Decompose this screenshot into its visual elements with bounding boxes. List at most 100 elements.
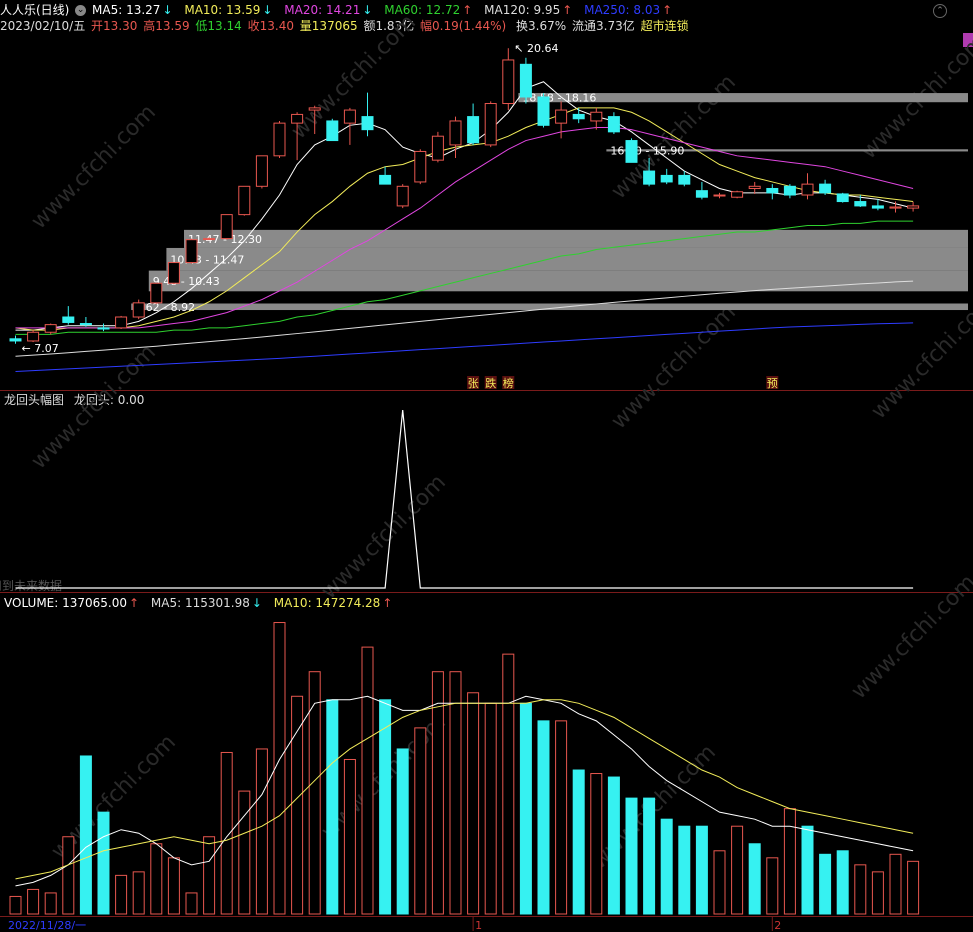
candle-body bbox=[414, 150, 427, 183]
candle-body bbox=[555, 109, 568, 124]
price-annotation-1: ← 7.07 bbox=[22, 342, 59, 355]
volume-bar bbox=[203, 836, 216, 915]
price-annotation-0: ↖ 20.64 bbox=[514, 42, 558, 55]
candle-body bbox=[431, 135, 444, 161]
event-marker: 预 bbox=[766, 376, 779, 390]
volume-bar bbox=[889, 853, 902, 915]
candle bbox=[783, 184, 796, 199]
volume-bar bbox=[643, 797, 656, 915]
volume-bar bbox=[132, 871, 145, 915]
watermark-text: www.cfchi.com bbox=[607, 70, 741, 204]
candle bbox=[44, 323, 57, 335]
volume-bar bbox=[150, 843, 163, 915]
volume-bar bbox=[555, 720, 568, 915]
volume-bar bbox=[695, 825, 708, 915]
candle bbox=[361, 92, 374, 137]
candle-body bbox=[519, 63, 532, 98]
candle bbox=[414, 149, 427, 185]
ma10-line bbox=[15, 107, 914, 331]
date-axis bbox=[0, 916, 973, 932]
candle bbox=[590, 107, 603, 130]
event-marker: 跌 bbox=[484, 376, 497, 390]
ma20-line bbox=[15, 126, 914, 329]
candle-body bbox=[678, 174, 691, 185]
volume-bar bbox=[783, 808, 796, 915]
volume-ma10-line bbox=[15, 699, 914, 880]
candle bbox=[449, 116, 462, 158]
ma120-line bbox=[15, 280, 914, 357]
volume-bar bbox=[625, 797, 638, 915]
indicator-line bbox=[15, 409, 914, 589]
candle bbox=[748, 181, 761, 194]
volume-ma5-line bbox=[15, 695, 914, 887]
candle-body bbox=[783, 185, 796, 196]
candle bbox=[871, 199, 884, 211]
watermark-text: www.cfchi.com bbox=[27, 100, 161, 234]
volume-bar bbox=[27, 888, 40, 915]
candle bbox=[625, 138, 638, 163]
candle-body bbox=[396, 185, 409, 207]
candle-body bbox=[379, 174, 392, 185]
event-marker-text: 榜 bbox=[503, 376, 514, 390]
candle bbox=[502, 48, 515, 111]
candle-body bbox=[660, 174, 673, 183]
zone-label-1: 16.00 - 15.90 bbox=[610, 144, 684, 157]
candle bbox=[220, 214, 233, 240]
volume-bar bbox=[361, 646, 374, 915]
volume-bar bbox=[484, 702, 497, 915]
volume-bar bbox=[801, 825, 814, 915]
candle-body bbox=[44, 324, 57, 333]
volume-bar bbox=[819, 853, 832, 915]
watermark-text: www.cfchi.com bbox=[607, 300, 741, 434]
candle-body bbox=[766, 187, 779, 194]
candle-body bbox=[326, 120, 339, 142]
volume-bar bbox=[854, 864, 867, 915]
candle bbox=[97, 323, 110, 332]
candle-body bbox=[643, 170, 656, 185]
event-marker-text: 跌 bbox=[485, 376, 496, 390]
candle-body bbox=[713, 194, 726, 197]
watermark-text: www.cfchi.com bbox=[847, 570, 973, 704]
candle bbox=[396, 184, 409, 209]
candle-body bbox=[590, 111, 603, 122]
volume-bar bbox=[255, 748, 268, 915]
candle-body bbox=[484, 103, 497, 146]
candle-body bbox=[185, 239, 198, 264]
zone-label-0: 18.58 - 18.16 bbox=[522, 92, 596, 105]
candle-body bbox=[537, 96, 550, 126]
candle-body bbox=[467, 116, 480, 144]
candle bbox=[431, 131, 444, 163]
volume-bar bbox=[115, 874, 128, 915]
chart-canvas[interactable]: www.cfchi.com www.cfchi.com www.cfchi.com w… bbox=[0, 0, 973, 931]
candle-body bbox=[871, 205, 884, 209]
volume-bar bbox=[291, 695, 304, 915]
volume-bar bbox=[519, 702, 532, 915]
candle bbox=[731, 190, 744, 199]
candle bbox=[27, 330, 40, 343]
candle bbox=[255, 155, 268, 189]
volume-bar bbox=[220, 751, 233, 915]
volume-bar bbox=[238, 790, 251, 915]
candle-body bbox=[854, 201, 867, 207]
candle-body bbox=[255, 155, 268, 187]
candle bbox=[343, 107, 356, 145]
volume-bar bbox=[607, 776, 620, 915]
candle-body bbox=[238, 185, 251, 216]
candle bbox=[115, 315, 128, 329]
watermark-text: www.cfchi.com bbox=[867, 290, 973, 424]
candle-body bbox=[695, 190, 708, 198]
volume-bar bbox=[678, 825, 691, 915]
candle-body bbox=[907, 205, 920, 209]
candle bbox=[326, 118, 339, 142]
candle-body bbox=[79, 323, 92, 326]
candle bbox=[713, 192, 726, 199]
price-zone-2 bbox=[184, 229, 968, 248]
candle bbox=[167, 262, 180, 285]
volume-bar bbox=[449, 671, 462, 915]
event-marker-text: 张 bbox=[468, 377, 479, 390]
volume-bar bbox=[326, 699, 339, 915]
candle-body bbox=[132, 302, 145, 318]
candle bbox=[185, 238, 198, 264]
zone-label-4: 9.48 - 10.43 bbox=[153, 275, 220, 288]
event-marker: 张 bbox=[467, 376, 480, 390]
